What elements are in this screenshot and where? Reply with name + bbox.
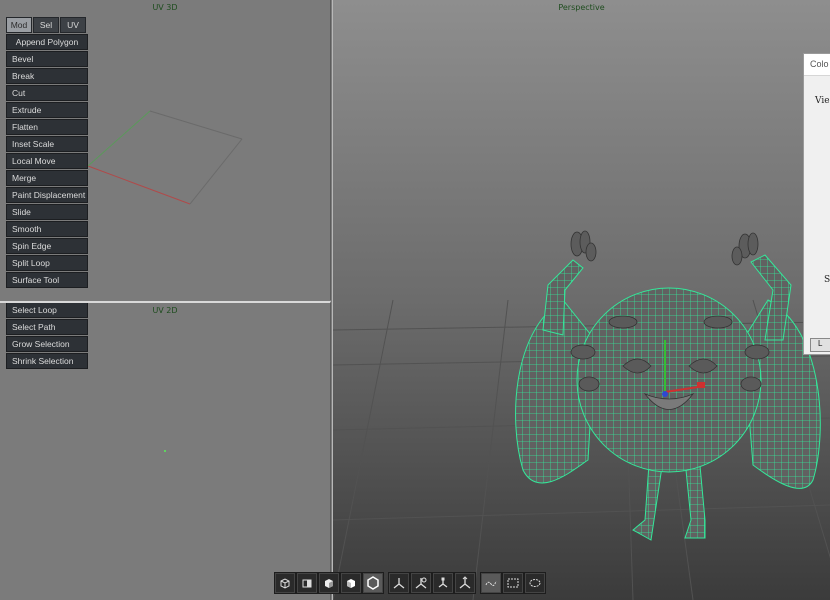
tool-extrude-button[interactable]: Extrude [6,102,88,118]
sel-tool-list: Select Loop Select Path Grow Selection Shri… [6,303,88,369]
tool-append-polygon-button[interactable]: Append Polygon [6,34,88,50]
tool-select-loop-button[interactable]: Select Loop [6,303,88,318]
scene-canvas [333,230,830,600]
tool-spin-edge-button[interactable]: Spin Edge [6,238,88,254]
axis-icon[interactable] [389,573,409,593]
perspective-viewport[interactable]: Perspective [332,0,830,600]
box-shaded-icon[interactable] [319,573,339,593]
tool-smooth-button[interactable]: Smooth [6,221,88,237]
tool-paint-displacement-button[interactable]: Paint Displacement [6,187,88,203]
tool-select-path-button[interactable]: Select Path [6,319,88,335]
tab-mod[interactable]: Mod [6,17,32,33]
tab-uv[interactable]: UV [60,17,86,33]
axis-universal-icon[interactable] [455,573,475,593]
hexagon-icon[interactable] [363,573,383,593]
color-dialog-button[interactable]: L [810,338,830,352]
rect-select-icon[interactable] [503,573,523,593]
tool-shrink-selection-button[interactable]: Shrink Selection [6,353,88,369]
bottom-toolbar [274,572,546,594]
character-mesh[interactable] [515,230,821,541]
axis-scale-icon[interactable] [433,573,453,593]
tool-split-loop-button[interactable]: Split Loop [6,255,88,271]
lasso-icon[interactable] [481,573,501,593]
mod-tool-list: Append Polygon Bevel Break Cut Extrude Flatte… [6,34,88,288]
box-half-icon[interactable] [297,573,317,593]
shading-group [274,572,384,594]
tool-bevel-button[interactable]: Bevel [6,51,88,67]
app-window: UV 3D Mod Sel UV Append Polygon Bevel Break C… [0,0,830,600]
box-lit-icon[interactable] [341,573,361,593]
tool-break-button[interactable]: Break [6,68,88,84]
selection-group [480,572,546,594]
tool-flatten-button[interactable]: Flatten [6,119,88,135]
color-dialog-view-label: Vie [815,96,830,106]
paint-select-icon[interactable] [525,573,545,593]
uv2d-viewport[interactable]: UV 2D Select Loop Select Path Grow Selecti… [0,301,331,600]
tool-surface-tool-button[interactable]: Surface Tool [6,272,88,288]
tool-cut-button[interactable]: Cut [6,85,88,101]
tool-inset-scale-button[interactable]: Inset Scale [6,136,88,152]
gizmo-group [388,572,476,594]
axis-rotate-icon[interactable] [411,573,431,593]
color-dialog-title: Colo [804,54,830,76]
box-wire-icon[interactable] [275,573,295,593]
tool-merge-button[interactable]: Merge [6,170,88,186]
tool-local-move-button[interactable]: Local Move [6,153,88,169]
mode-tabs: Mod Sel UV [6,17,86,33]
tool-slide-button[interactable]: Slide [6,204,88,220]
color-dialog[interactable]: Colo Vie S L [803,53,830,355]
color-dialog-s-label: S [824,275,830,285]
tab-sel[interactable]: Sel [33,17,59,33]
tool-grow-selection-button[interactable]: Grow Selection [6,336,88,352]
uv3d-viewport[interactable]: UV 3D Mod Sel UV Append Polygon Bevel Break C… [0,0,331,300]
uv-point [164,450,166,452]
